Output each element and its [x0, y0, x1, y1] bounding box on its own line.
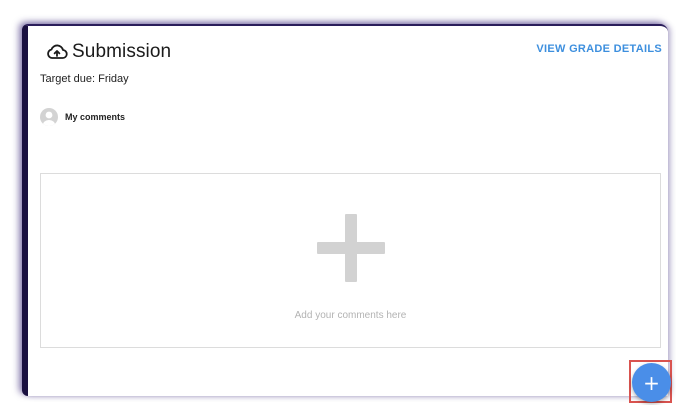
submission-header: Submission	[46, 41, 171, 63]
user-avatar-icon	[40, 108, 58, 126]
page: Submission VIEW GRADE DETAILS Target due…	[0, 0, 676, 405]
comment-input-area[interactable]: Add your comments here	[40, 173, 661, 348]
cloud-upload-icon	[46, 43, 68, 61]
target-due-text: Target due: Friday	[40, 73, 129, 85]
add-fab-button[interactable]: +	[632, 363, 671, 402]
comment-placeholder: Add your comments here	[294, 310, 407, 321]
my-comments-header: My comments	[40, 108, 125, 126]
my-comments-label: My comments	[65, 112, 126, 122]
plus-icon	[316, 214, 385, 282]
view-grade-details-link[interactable]: VIEW GRADE DETAILS	[536, 43, 662, 55]
page-title: Submission	[72, 41, 172, 62]
submission-card: Submission VIEW GRADE DETAILS Target due…	[22, 24, 668, 396]
plus-icon: +	[643, 370, 660, 395]
